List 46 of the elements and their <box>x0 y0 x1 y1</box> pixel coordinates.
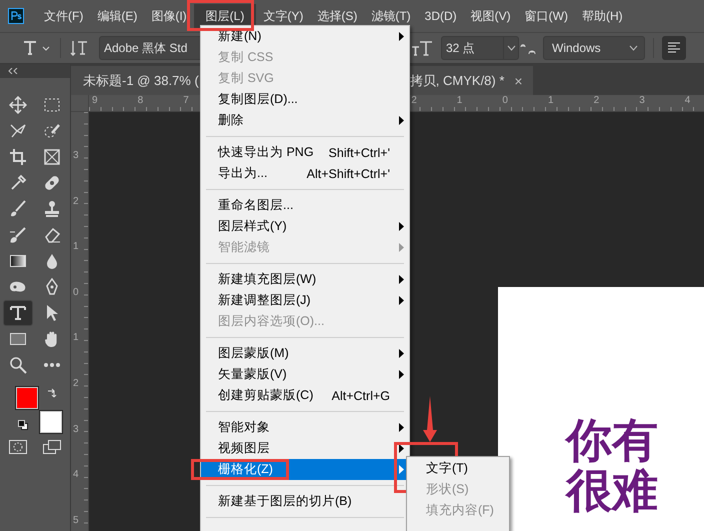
canvas-text: 很难 <box>566 465 659 515</box>
ruler-label: 2 <box>594 95 600 107</box>
ruler-label: 2 <box>73 378 79 390</box>
tab-title: 拷贝, CMYK/8) * <box>410 72 504 90</box>
antialiasing-value: Windows <box>552 40 601 57</box>
ruler-label: 2 <box>411 95 417 107</box>
menu-item-label: 矢量蒙版(V) <box>218 366 287 383</box>
ruler-label: 9 <box>92 95 98 107</box>
ruler-label: 0 <box>73 286 79 299</box>
font-size-value: 32 点 <box>446 40 475 57</box>
menu-item-label: 视频图层 <box>218 440 270 457</box>
shortcut-text: Alt+Shift+Ctrl+' <box>306 166 390 180</box>
menu-item-label: 新建调整图层(J) <box>218 292 311 309</box>
menu-item-label: 重命名图层... <box>218 197 294 214</box>
ruler-label: 4 <box>684 95 690 107</box>
ruler-label: 1 <box>73 332 79 344</box>
ruler-label: 3 <box>639 95 645 107</box>
menu-item-label: 导出为... <box>218 165 268 182</box>
ruler-label: 1 <box>548 95 554 107</box>
ruler-label: 1 <box>456 95 462 107</box>
menu-item-label: 智能滤镜 <box>218 239 270 256</box>
menu-item-label: 新建填充图层(W) <box>218 271 316 288</box>
menu-item-label: 图层样式(Y) <box>218 218 287 235</box>
ruler-label: 2 <box>73 196 79 208</box>
menu-item-label: 智能对象 <box>218 419 270 436</box>
menu-item-label: 创建剪贴蒙版(C) <box>218 387 314 404</box>
canvas-text: 你有 <box>566 415 659 465</box>
menu-item-label: 图层蒙版(M) <box>218 345 289 362</box>
ruler-label: 3 <box>73 150 79 162</box>
ruler-label: 4 <box>73 469 79 482</box>
ruler-label: 3 <box>73 424 79 436</box>
tab-title: 未标题-1 @ 38.7% ( <box>83 72 199 90</box>
menu-item-label: 新建基于图层的切片(B) <box>218 493 352 510</box>
ruler-label: 1 <box>73 241 79 254</box>
ruler-label: 7 <box>183 95 189 107</box>
menu-item-label: 图层内容选项(O)... <box>218 313 324 330</box>
menu-item-label: 复制图层(D)... <box>218 91 298 108</box>
shortcut-text: Alt+Ctrl+G <box>332 388 390 402</box>
shortcut-text: Shift+Ctrl+' <box>328 146 390 160</box>
menu-item-label: 复制 SVG <box>218 70 274 87</box>
ruler-label: 8 <box>138 95 144 107</box>
ruler-label: 5 <box>73 514 79 527</box>
menu-item-label: 栅格化(Z) <box>218 461 273 478</box>
menu-item-label: 删除 <box>218 112 244 129</box>
ruler-label: 0 <box>502 95 508 107</box>
menu-item-label: 快速导出为 PNG <box>218 144 314 161</box>
